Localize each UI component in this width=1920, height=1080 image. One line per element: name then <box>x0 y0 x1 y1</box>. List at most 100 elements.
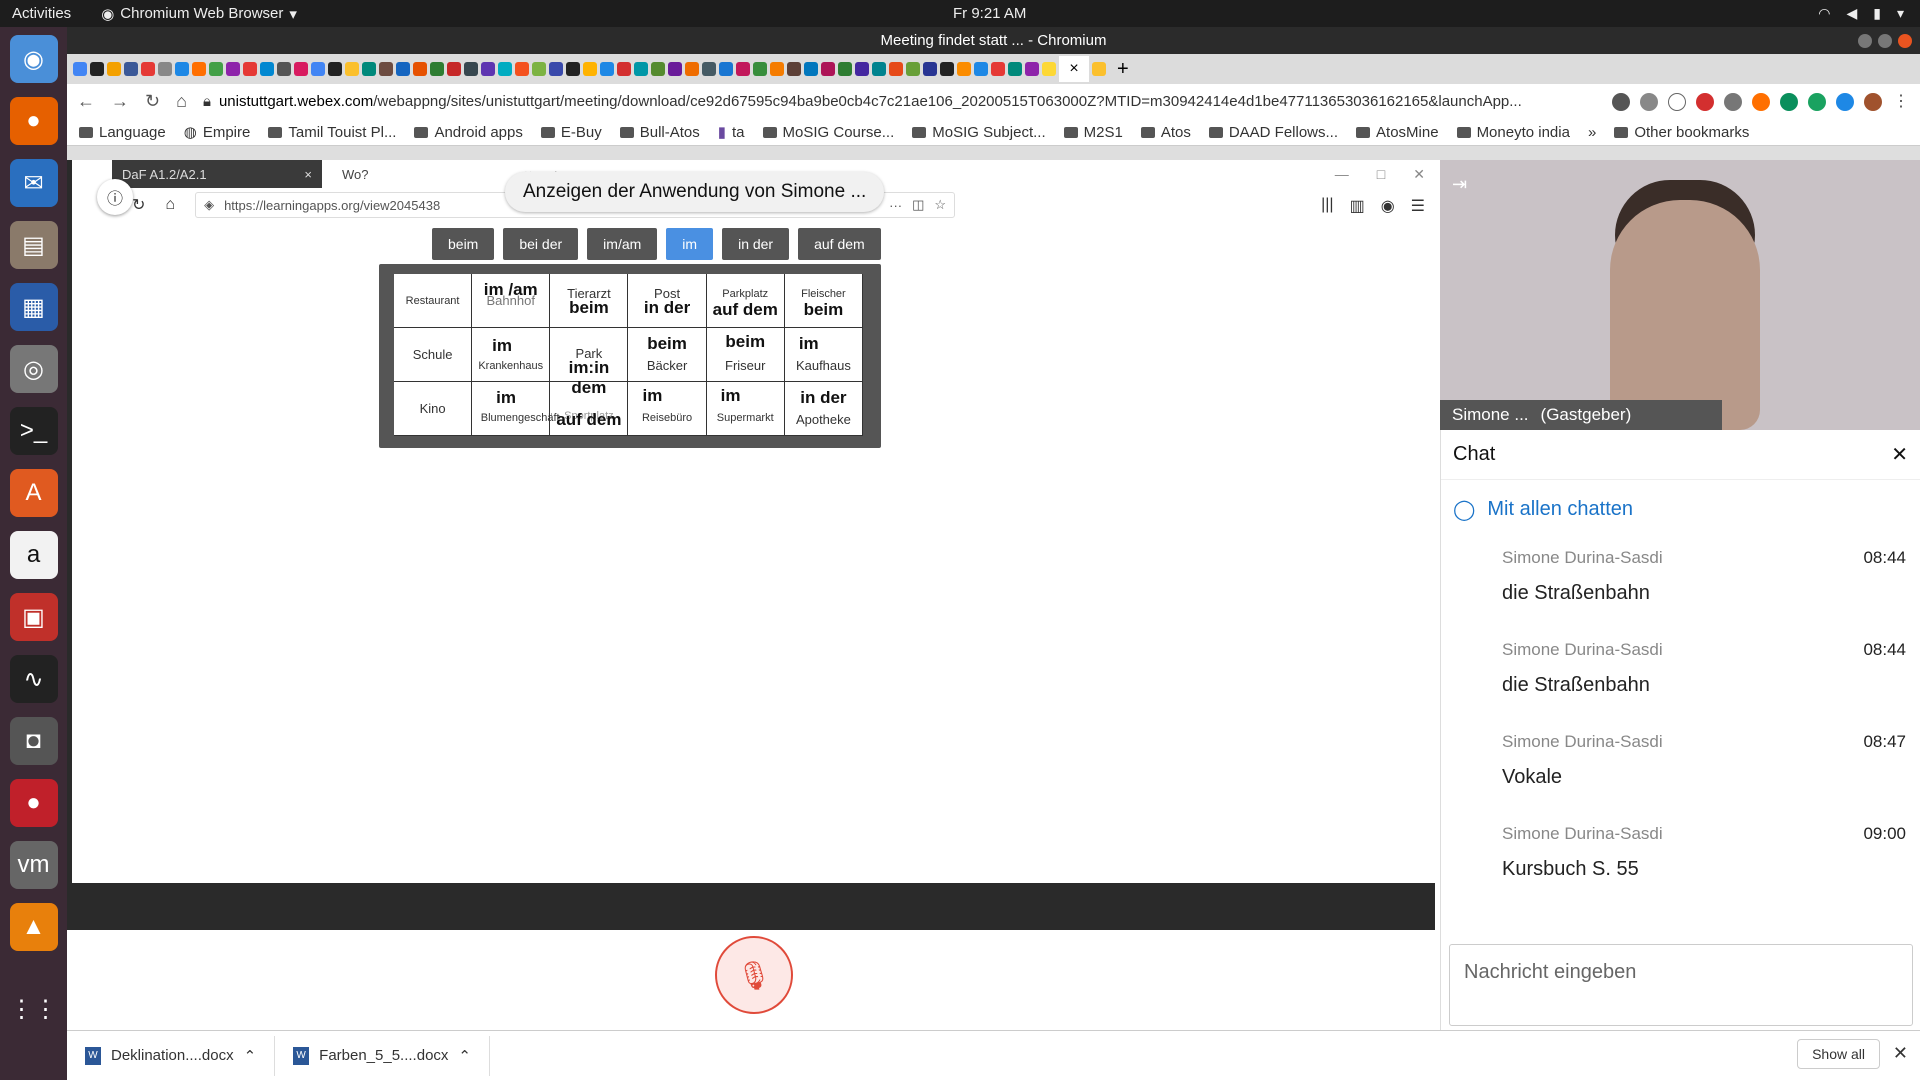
download-item[interactable]: W Deklination....docx ⌃ <box>67 1035 276 1076</box>
tab-favicon[interactable] <box>821 62 835 76</box>
download-item[interactable]: W Farben_5_5....docx ⌃ <box>275 1035 490 1076</box>
chat-recipient[interactable]: ◯ Mit allen chatten <box>1441 480 1920 538</box>
back-icon[interactable]: ← <box>77 91 95 112</box>
tab-favicon[interactable] <box>974 62 988 76</box>
tab-favicon[interactable] <box>1092 62 1106 76</box>
system-tray[interactable]: ◠ ◀ ▮ ▾ <box>1818 5 1904 22</box>
home-icon[interactable]: ⌂ <box>176 91 187 112</box>
puzzle-piece[interactable]: Bäcker beim <box>628 328 707 382</box>
show-applications-icon[interactable]: ⋮⋮ <box>10 985 58 1033</box>
puzzle-piece[interactable]: Schule <box>394 328 473 382</box>
firefox-tab[interactable]: DaF A1.2/A2.1 × <box>112 160 322 188</box>
close-icon[interactable]: ✕ <box>1413 166 1425 183</box>
puzzle-piece[interactable]: Friseur beim <box>706 328 785 382</box>
tab-favicon[interactable] <box>532 62 546 76</box>
tab-favicon[interactable] <box>685 62 699 76</box>
tab-favicon[interactable] <box>770 62 784 76</box>
puzzle-piece[interactable]: Apotheke in der <box>784 382 863 436</box>
tab-favicon[interactable] <box>617 62 631 76</box>
tab-favicon[interactable] <box>719 62 733 76</box>
bookmark-item[interactable]: DAAD Fellows... <box>1208 124 1338 141</box>
answer-chip[interactable]: beim <box>432 228 495 260</box>
reload-icon[interactable]: ↻ <box>145 91 160 112</box>
minimize-icon[interactable]: — <box>1335 166 1349 183</box>
other-bookmarks[interactable]: Other bookmarks <box>1614 124 1749 141</box>
tab-favicon[interactable] <box>634 62 648 76</box>
show-all-downloads-button[interactable]: Show all <box>1797 1039 1880 1069</box>
hamburger-menu-icon[interactable]: ☰ <box>1411 196 1425 216</box>
tab-favicon[interactable] <box>600 62 614 76</box>
home-icon[interactable]: ⌂ <box>165 196 175 214</box>
puzzle-piece[interactable]: Krankenhaus im <box>472 328 551 382</box>
tab-favicon[interactable] <box>379 62 393 76</box>
bookmark-item[interactable]: M2S1 <box>1063 124 1123 141</box>
activities-button[interactable]: Activities <box>12 5 71 22</box>
tab-favicon[interactable] <box>1025 62 1039 76</box>
tab-favicon[interactable] <box>736 62 750 76</box>
bookmark-item[interactable]: AtosMine <box>1356 124 1439 141</box>
tab-favicon[interactable] <box>498 62 512 76</box>
puzzle-piece[interactable]: Fleischer beim <box>784 274 863 328</box>
answer-chip[interactable]: auf dem <box>798 228 881 260</box>
puzzle-piece[interactable]: Blumengeschäft im <box>472 382 560 436</box>
chromium-dock-icon[interactable]: ◉ <box>9 35 58 83</box>
vmware-dock-icon[interactable]: vm <box>9 841 58 889</box>
rhythmbox-dock-icon[interactable]: ◎ <box>9 345 58 393</box>
puzzle-piece[interactable]: Reisebüro im <box>628 382 707 436</box>
collapse-video-icon[interactable]: ⇥ <box>1452 174 1467 195</box>
translate-icon[interactable] <box>1640 92 1658 111</box>
active-tab[interactable]: × <box>1059 56 1089 82</box>
reload-icon[interactable]: ↻ <box>132 195 145 215</box>
download-chevron-icon[interactable]: ⌃ <box>244 1047 257 1065</box>
tab-favicon[interactable] <box>362 62 376 76</box>
tab-favicon[interactable] <box>277 62 291 76</box>
minimize-button[interactable] <box>1858 33 1872 48</box>
tab-favicon[interactable] <box>668 62 682 76</box>
bookmark-item[interactable]: MoSIG Course... <box>762 124 894 141</box>
sidebar-icon[interactable]: ▥ <box>1350 196 1365 216</box>
profile-avatar-icon[interactable] <box>1864 92 1882 111</box>
cherry-dock-icon[interactable]: ● <box>9 779 58 827</box>
thunderbird-dock-icon[interactable]: ✉ <box>9 159 58 207</box>
puzzle-piece[interactable]: Parkplatz auf dem <box>706 274 785 328</box>
close-window-button[interactable] <box>1898 33 1912 48</box>
files-dock-icon[interactable]: ▤ <box>9 221 58 269</box>
tab-favicon[interactable] <box>73 62 87 76</box>
tab-favicon[interactable] <box>906 62 920 76</box>
tab-favicon[interactable] <box>430 62 444 76</box>
microphone-muted-button[interactable]: 🎙︎ <box>715 936 793 1014</box>
answer-chip[interactable]: im/am <box>587 228 658 260</box>
page-actions-icon[interactable]: ··· <box>889 198 902 213</box>
camera-permission-icon[interactable] <box>1612 92 1630 111</box>
answer-chip[interactable]: bei der <box>503 228 579 260</box>
bookmarks-overflow-button[interactable]: » <box>1588 124 1596 141</box>
tab-favicon[interactable] <box>889 62 903 76</box>
tab-favicon[interactable] <box>141 62 155 76</box>
tab-favicon[interactable] <box>226 62 240 76</box>
tab-favicon[interactable] <box>583 62 597 76</box>
puzzle-piece[interactable]: Kino <box>394 382 473 436</box>
tab-favicon[interactable] <box>872 62 886 76</box>
bookmark-star-icon[interactable]: ☆ <box>934 197 946 213</box>
window-titlebar[interactable]: Meeting findet statt ... - Chromium <box>67 27 1920 54</box>
grammarly-icon[interactable] <box>1808 92 1826 111</box>
tab-favicon[interactable] <box>753 62 767 76</box>
tab-favicon[interactable] <box>192 62 206 76</box>
tab-favicon[interactable] <box>396 62 410 76</box>
bookmark-item[interactable]: ▮ ta <box>718 123 745 142</box>
tab-favicon[interactable] <box>175 62 189 76</box>
bookmark-item[interactable]: Android apps <box>414 124 523 141</box>
tab-favicon[interactable] <box>515 62 529 76</box>
tab-favicon[interactable] <box>124 62 138 76</box>
puzzle-piece[interactable]: Bahnhof im /am <box>472 274 551 328</box>
bookmark-star-icon[interactable] <box>1668 92 1686 111</box>
menu-kebab-icon[interactable]: ⋮ <box>1892 92 1910 111</box>
close-chat-icon[interactable]: ✕ <box>1891 442 1908 467</box>
answer-chip[interactable]: in der <box>722 228 790 260</box>
tab-favicon[interactable] <box>311 62 325 76</box>
chat-message-input[interactable]: Nachricht eingeben <box>1449 944 1913 1026</box>
bookmark-item[interactable]: E-Buy <box>540 124 602 141</box>
software-center-dock-icon[interactable]: A <box>9 469 58 517</box>
puzzle-piece[interactable]: Tierarzt beim <box>550 274 629 328</box>
close-tab-icon[interactable]: × <box>304 167 312 182</box>
